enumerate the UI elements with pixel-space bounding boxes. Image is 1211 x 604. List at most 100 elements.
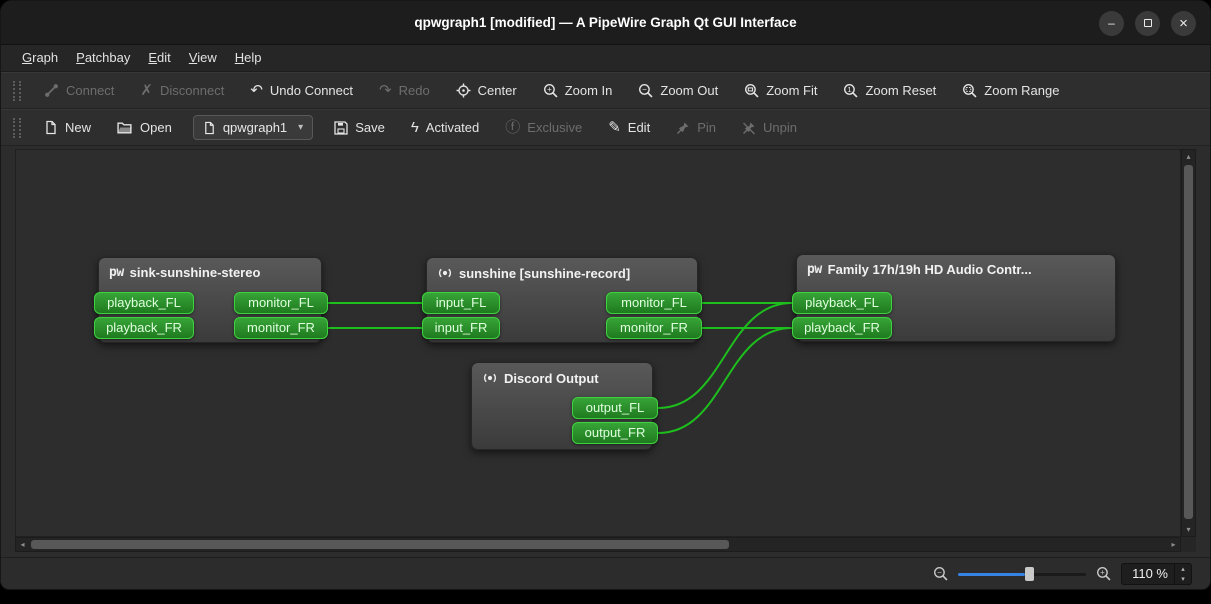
svg-text:−: − [937, 568, 942, 577]
center-label: Center [478, 83, 517, 98]
pin-button[interactable]: Pin [665, 115, 727, 140]
vertical-scrollbar[interactable]: ▴ ▾ [1181, 149, 1196, 537]
canvas-area: pw sink-sunshine-stereo playback_FL play… [15, 149, 1196, 552]
titlebar[interactable]: qpwgraph1 [modified] — A PipeWire Graph … [1, 1, 1210, 45]
app-window: qpwgraph1 [modified] — A PipeWire Graph … [0, 0, 1211, 590]
zoom-in-label: Zoom In [565, 83, 613, 98]
scroll-up-icon[interactable]: ▴ [1182, 150, 1195, 163]
menu-edit[interactable]: Edit [139, 45, 179, 71]
open-label: Open [140, 120, 172, 135]
exclusive-toggle[interactable]: ⓕ Exclusive [494, 115, 593, 140]
spin-buttons: ▴ ▾ [1174, 564, 1191, 584]
activated-icon: ϟ [411, 120, 419, 135]
scroll-right-icon[interactable]: ▸ [1167, 538, 1180, 551]
scroll-down-icon[interactable]: ▾ [1182, 523, 1195, 536]
connections-layer [16, 150, 1180, 536]
zoom-out-icon: − [933, 566, 948, 581]
output-port-monitor-fr[interactable]: monitor_FR [606, 317, 702, 339]
input-port-playback-fl[interactable]: playback_FL [94, 292, 194, 314]
zoom-in-icon: + [1096, 566, 1111, 581]
open-button[interactable]: Open [106, 115, 183, 140]
unpin-label: Unpin [763, 120, 797, 135]
menu-graph[interactable]: Graph [13, 45, 67, 71]
zoom-out-button[interactable]: − Zoom Out [627, 78, 729, 103]
undo-connect-button[interactable]: ↶ Undo Connect [239, 78, 364, 103]
input-port-playback-fl[interactable]: playback_FL [792, 292, 892, 314]
exclusive-label: Exclusive [527, 120, 582, 135]
new-label: New [65, 120, 91, 135]
window-title: qpwgraph1 [modified] — A PipeWire Graph … [1, 15, 1210, 30]
input-port-playback-fr[interactable]: playback_FR [94, 317, 194, 339]
toolbar-drag-handle[interactable] [13, 118, 21, 138]
zoom-fit-label: Zoom Fit [766, 83, 817, 98]
connect-button[interactable]: Connect [33, 78, 125, 103]
output-port-output-fl[interactable]: output_FL [572, 397, 658, 419]
toolbar-drag-handle[interactable] [13, 81, 21, 101]
vertical-scrollbar-thumb[interactable] [1184, 165, 1193, 519]
node-title: sink-sunshine-stereo [130, 265, 261, 280]
statusbar: − + 110 % ▴ ▾ [1, 557, 1210, 589]
node-title: Family 17h/19h HD Audio Contr... [828, 262, 1032, 277]
close-button[interactable]: × [1171, 11, 1196, 36]
zoom-spinbox[interactable]: 110 % ▴ ▾ [1121, 563, 1192, 585]
input-port-input-fl[interactable]: input_FL [422, 292, 500, 314]
chevron-down-icon: ▾ [298, 122, 303, 133]
save-button[interactable]: Save [323, 115, 396, 140]
disconnect-label: Disconnect [160, 83, 224, 98]
menu-help[interactable]: Help [226, 45, 271, 71]
menu-patchbay[interactable]: Patchbay [67, 45, 139, 71]
graph-canvas[interactable]: pw sink-sunshine-stereo playback_FL play… [15, 149, 1181, 537]
zoom-reset-icon: 1 [843, 83, 858, 98]
zoom-out-icon: − [638, 83, 653, 98]
redo-button[interactable]: ↷ Redo [368, 78, 441, 103]
disconnect-icon: ✗ [140, 83, 153, 98]
connect-label: Connect [66, 83, 114, 98]
edit-pencil-icon: ✎ [608, 120, 621, 135]
pin-label: Pin [697, 120, 716, 135]
minimize-button[interactable]: – [1099, 11, 1124, 36]
scroll-left-icon[interactable]: ◂ [16, 538, 29, 551]
unpin-button[interactable]: Unpin [731, 115, 808, 140]
zoom-in-button[interactable]: + Zoom In [532, 78, 624, 103]
horizontal-scrollbar-thumb[interactable] [31, 540, 729, 549]
horizontal-scrollbar[interactable]: ◂ ▸ [15, 537, 1181, 552]
connection-wire[interactable] [658, 328, 792, 433]
maximize-button[interactable] [1135, 11, 1160, 36]
scrollbar-corner [1181, 537, 1196, 552]
zoom-fit-button[interactable]: Zoom Fit [733, 78, 828, 103]
center-button[interactable]: Center [445, 78, 528, 103]
redo-icon: ↷ [379, 83, 392, 98]
zoom-in-icon: + [543, 83, 558, 98]
new-button[interactable]: New [33, 115, 102, 140]
pin-icon [676, 121, 690, 135]
record-icon [437, 265, 453, 281]
edit-button[interactable]: ✎ Edit [597, 115, 661, 140]
patchbay-combo-value: qpwgraph1 [223, 120, 287, 135]
zoom-slider[interactable] [958, 566, 1086, 582]
zoom-slider-handle[interactable] [1025, 567, 1034, 581]
output-port-monitor-fr[interactable]: monitor_FR [234, 317, 328, 339]
spin-down-button[interactable]: ▾ [1175, 574, 1191, 584]
close-icon: × [1179, 16, 1188, 31]
svg-text:−: − [642, 85, 647, 94]
menu-view[interactable]: View [180, 45, 226, 71]
zoom-range-button[interactable]: Zoom Range [951, 78, 1070, 103]
activated-toggle[interactable]: ϟ Activated [400, 115, 490, 140]
disconnect-button[interactable]: ✗ Disconnect [129, 78, 235, 103]
zoom-fit-icon [744, 83, 759, 98]
svg-text:1: 1 [848, 85, 852, 94]
svg-text:+: + [547, 85, 552, 94]
output-port-output-fr[interactable]: output_FR [572, 422, 658, 444]
output-port-monitor-fl[interactable]: monitor_FL [234, 292, 328, 314]
unpin-icon [742, 121, 756, 135]
spin-up-button[interactable]: ▴ [1175, 564, 1191, 574]
patchbay-combo[interactable]: qpwgraph1 ▾ [193, 115, 313, 140]
output-port-monitor-fl[interactable]: monitor_FL [606, 292, 702, 314]
input-port-input-fr[interactable]: input_FR [422, 317, 500, 339]
minimize-icon: – [1108, 17, 1115, 29]
zoom-reset-button[interactable]: 1 Zoom Reset [832, 78, 947, 103]
zoom-value: 110 % [1130, 566, 1174, 581]
input-port-playback-fr[interactable]: playback_FR [792, 317, 892, 339]
maximize-icon [1144, 19, 1152, 27]
zoom-range-label: Zoom Range [984, 83, 1059, 98]
